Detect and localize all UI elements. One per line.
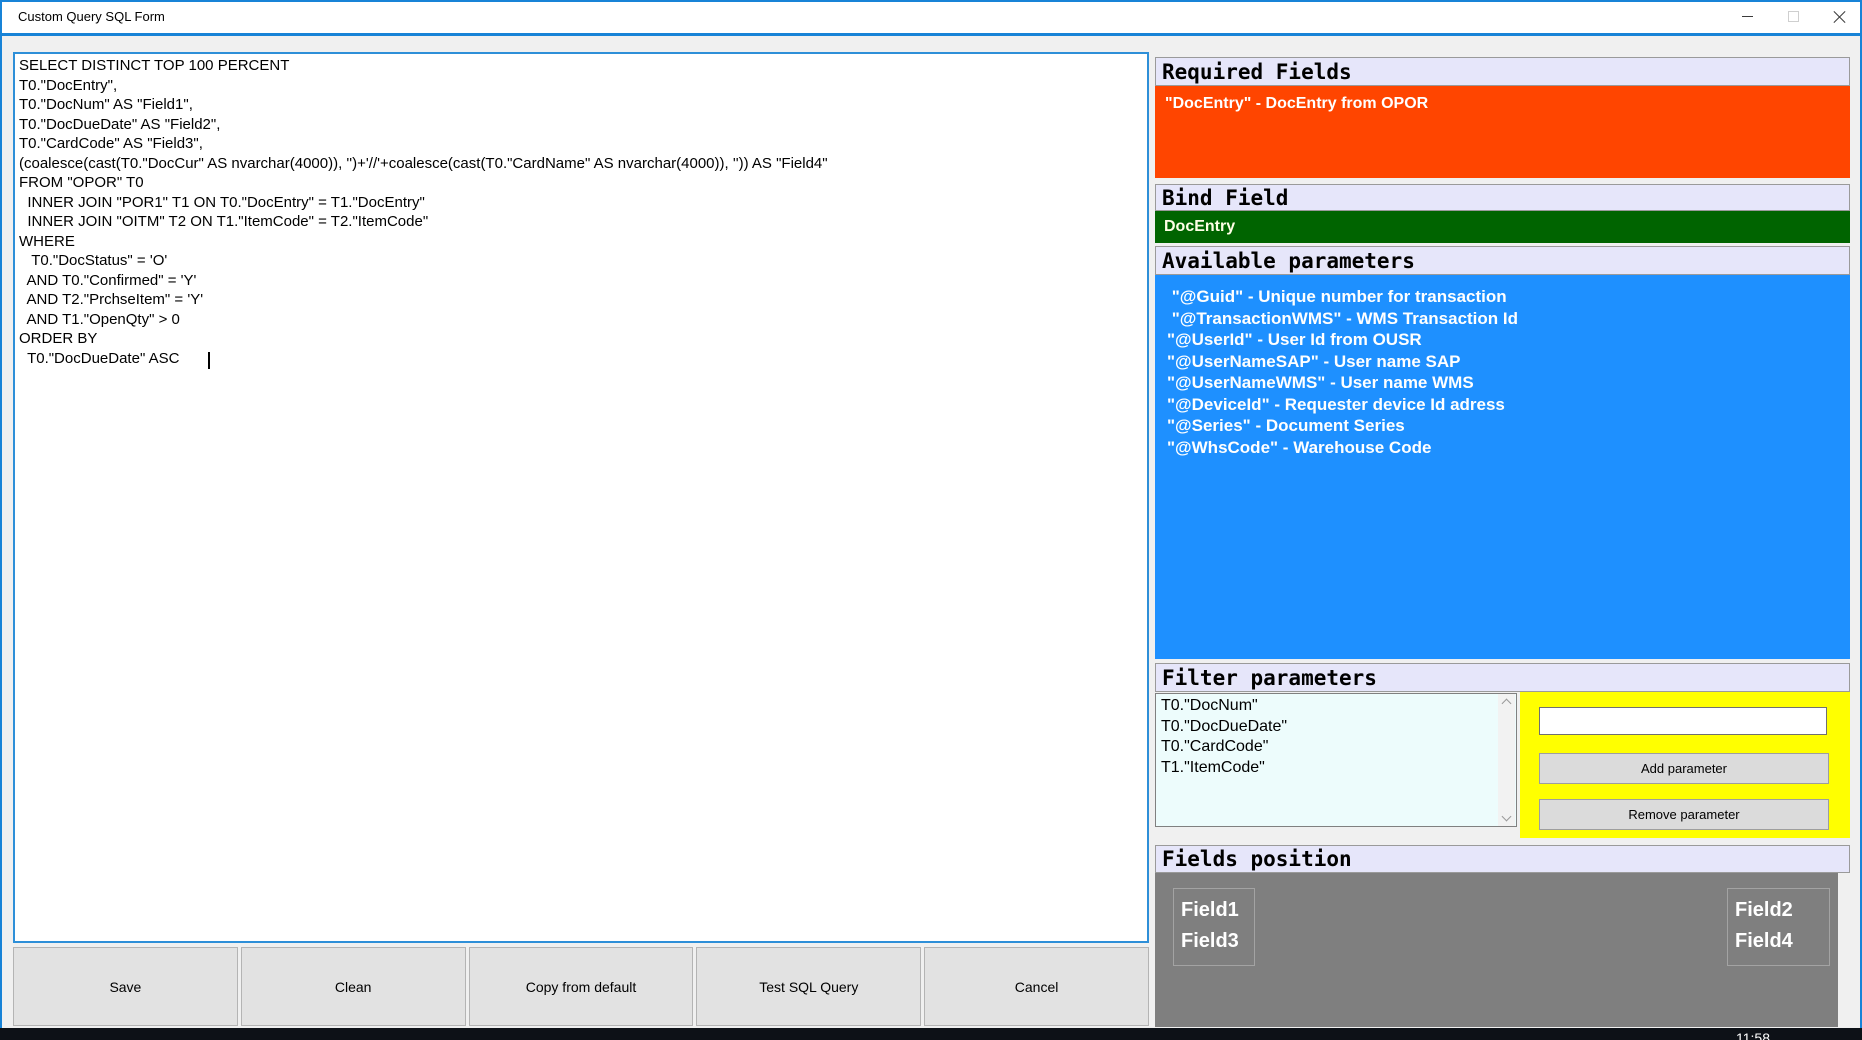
taskbar-clock: 11:58 <box>1736 1030 1770 1040</box>
sql-line: (coalesce(cast(T0."DocCur" AS nvarchar(4… <box>19 154 1147 174</box>
sql-line: SELECT DISTINCT TOP 100 PERCENT <box>19 56 1147 76</box>
footer-button-row: SaveCleanCopy from defaultTest SQL Query… <box>13 947 1149 1026</box>
sql-line: T0."DocDueDate" ASC <box>19 349 1147 369</box>
bind-field-value[interactable]: DocEntry <box>1155 211 1850 243</box>
app-window: Custom Query SQL Form SELECT DISTINCT TO… <box>0 0 1862 1040</box>
available-parameters-box: "@Guid" - Unique number for transaction … <box>1155 275 1850 659</box>
fields-position-header: Fields position <box>1155 845 1850 873</box>
footer-button[interactable]: Save <box>13 947 238 1026</box>
new-parameter-input[interactable] <box>1539 707 1827 735</box>
sql-line: T0."DocEntry", <box>19 76 1147 96</box>
filter-parameter-item[interactable]: T1."ItemCode" <box>1161 758 1496 779</box>
field-label: Field4 <box>1735 926 1829 957</box>
sql-line: T0."DocStatus" = 'O' <box>19 251 1147 271</box>
footer-button[interactable]: Copy from default <box>469 947 694 1026</box>
bind-field-label: DocEntry <box>1164 218 1235 236</box>
field-label: Field2 <box>1735 895 1829 926</box>
add-parameter-button[interactable]: Add parameter <box>1539 753 1829 784</box>
fields-box-right[interactable]: Field2Field4 <box>1727 888 1830 966</box>
parameter-item: "@UserId" - User Id from OUSR <box>1167 329 1850 351</box>
filter-parameter-item[interactable]: T0."DocDueDate" <box>1161 717 1496 738</box>
filter-parameters-header: Filter parameters <box>1155 663 1850 692</box>
text-caret <box>208 352 210 369</box>
required-field-item: "DocEntry" - DocEntry from OPOR <box>1165 95 1428 112</box>
field-label: Field1 <box>1181 895 1254 926</box>
available-parameters-header: Available parameters <box>1155 246 1850 275</box>
parameter-item: "@DeviceId" - Requester device Id adress <box>1167 394 1850 416</box>
filter-parameter-controls: Add parameter Remove parameter <box>1520 692 1850 838</box>
bind-field-header: Bind Field <box>1155 184 1850 211</box>
fields-box-left[interactable]: Field1Field3 <box>1173 888 1255 966</box>
scroll-down-icon[interactable] <box>1502 812 1512 822</box>
listbox-scrollbar[interactable] <box>1498 694 1515 826</box>
sql-line: INNER JOIN "POR1" T1 ON T0."DocEntry" = … <box>19 193 1147 213</box>
sql-line: T0."DocDueDate" AS "Field2", <box>19 115 1147 135</box>
required-fields-box: "DocEntry" - DocEntry from OPOR <box>1155 86 1850 178</box>
taskbar: 11:58 <box>0 1028 1862 1040</box>
remove-parameter-button[interactable]: Remove parameter <box>1539 799 1829 830</box>
parameter-item: "@WhsCode" - Warehouse Code <box>1167 437 1850 459</box>
window-title: Custom Query SQL Form <box>0 9 165 24</box>
filter-parameter-item[interactable]: T0."DocNum" <box>1161 696 1496 717</box>
required-fields-header: Required Fields <box>1155 57 1850 86</box>
right-panel: Required Fields "DocEntry" - DocEntry fr… <box>1155 0 1850 1028</box>
sql-line: AND T0."Confirmed" = 'Y' <box>19 271 1147 291</box>
sql-line: AND T1."OpenQty" > 0 <box>19 310 1147 330</box>
footer-button[interactable]: Clean <box>241 947 466 1026</box>
filter-parameters-listbox[interactable]: T0."DocNum"T0."DocDueDate"T0."CardCode"T… <box>1155 693 1517 827</box>
sql-line: INNER JOIN "OITM" T2 ON T1."ItemCode" = … <box>19 212 1147 232</box>
sql-line: WHERE <box>19 232 1147 252</box>
parameter-item: "@UserNameSAP" - User name SAP <box>1167 351 1850 373</box>
parameter-item: "@Series" - Document Series <box>1167 415 1850 437</box>
field-label: Field3 <box>1181 926 1254 957</box>
scroll-up-icon[interactable] <box>1502 699 1512 709</box>
filter-parameter-item[interactable]: T0."CardCode" <box>1161 737 1496 758</box>
footer-button[interactable]: Cancel <box>924 947 1149 1026</box>
parameter-item: "@TransactionWMS" - WMS Transaction Id <box>1167 308 1850 330</box>
parameter-item: "@UserNameWMS" - User name WMS <box>1167 372 1850 394</box>
sql-line: AND T2."PrchseItem" = 'Y' <box>19 290 1147 310</box>
parameter-item: "@Guid" - Unique number for transaction <box>1167 286 1850 308</box>
sql-line: FROM "OPOR" T0 <box>19 173 1147 193</box>
sql-line: T0."CardCode" AS "Field3", <box>19 134 1147 154</box>
sql-line: ORDER BY <box>19 329 1147 349</box>
sql-query-textarea[interactable]: SELECT DISTINCT TOP 100 PERCENTT0."DocEn… <box>13 52 1149 943</box>
filter-parameters-section: T0."DocNum"T0."DocDueDate"T0."CardCode"T… <box>1155 692 1850 838</box>
sql-line: T0."DocNum" AS "Field1", <box>19 95 1147 115</box>
fields-position-panel: Field1Field3 Field2Field4 <box>1155 873 1838 1027</box>
footer-button[interactable]: Test SQL Query <box>696 947 921 1026</box>
